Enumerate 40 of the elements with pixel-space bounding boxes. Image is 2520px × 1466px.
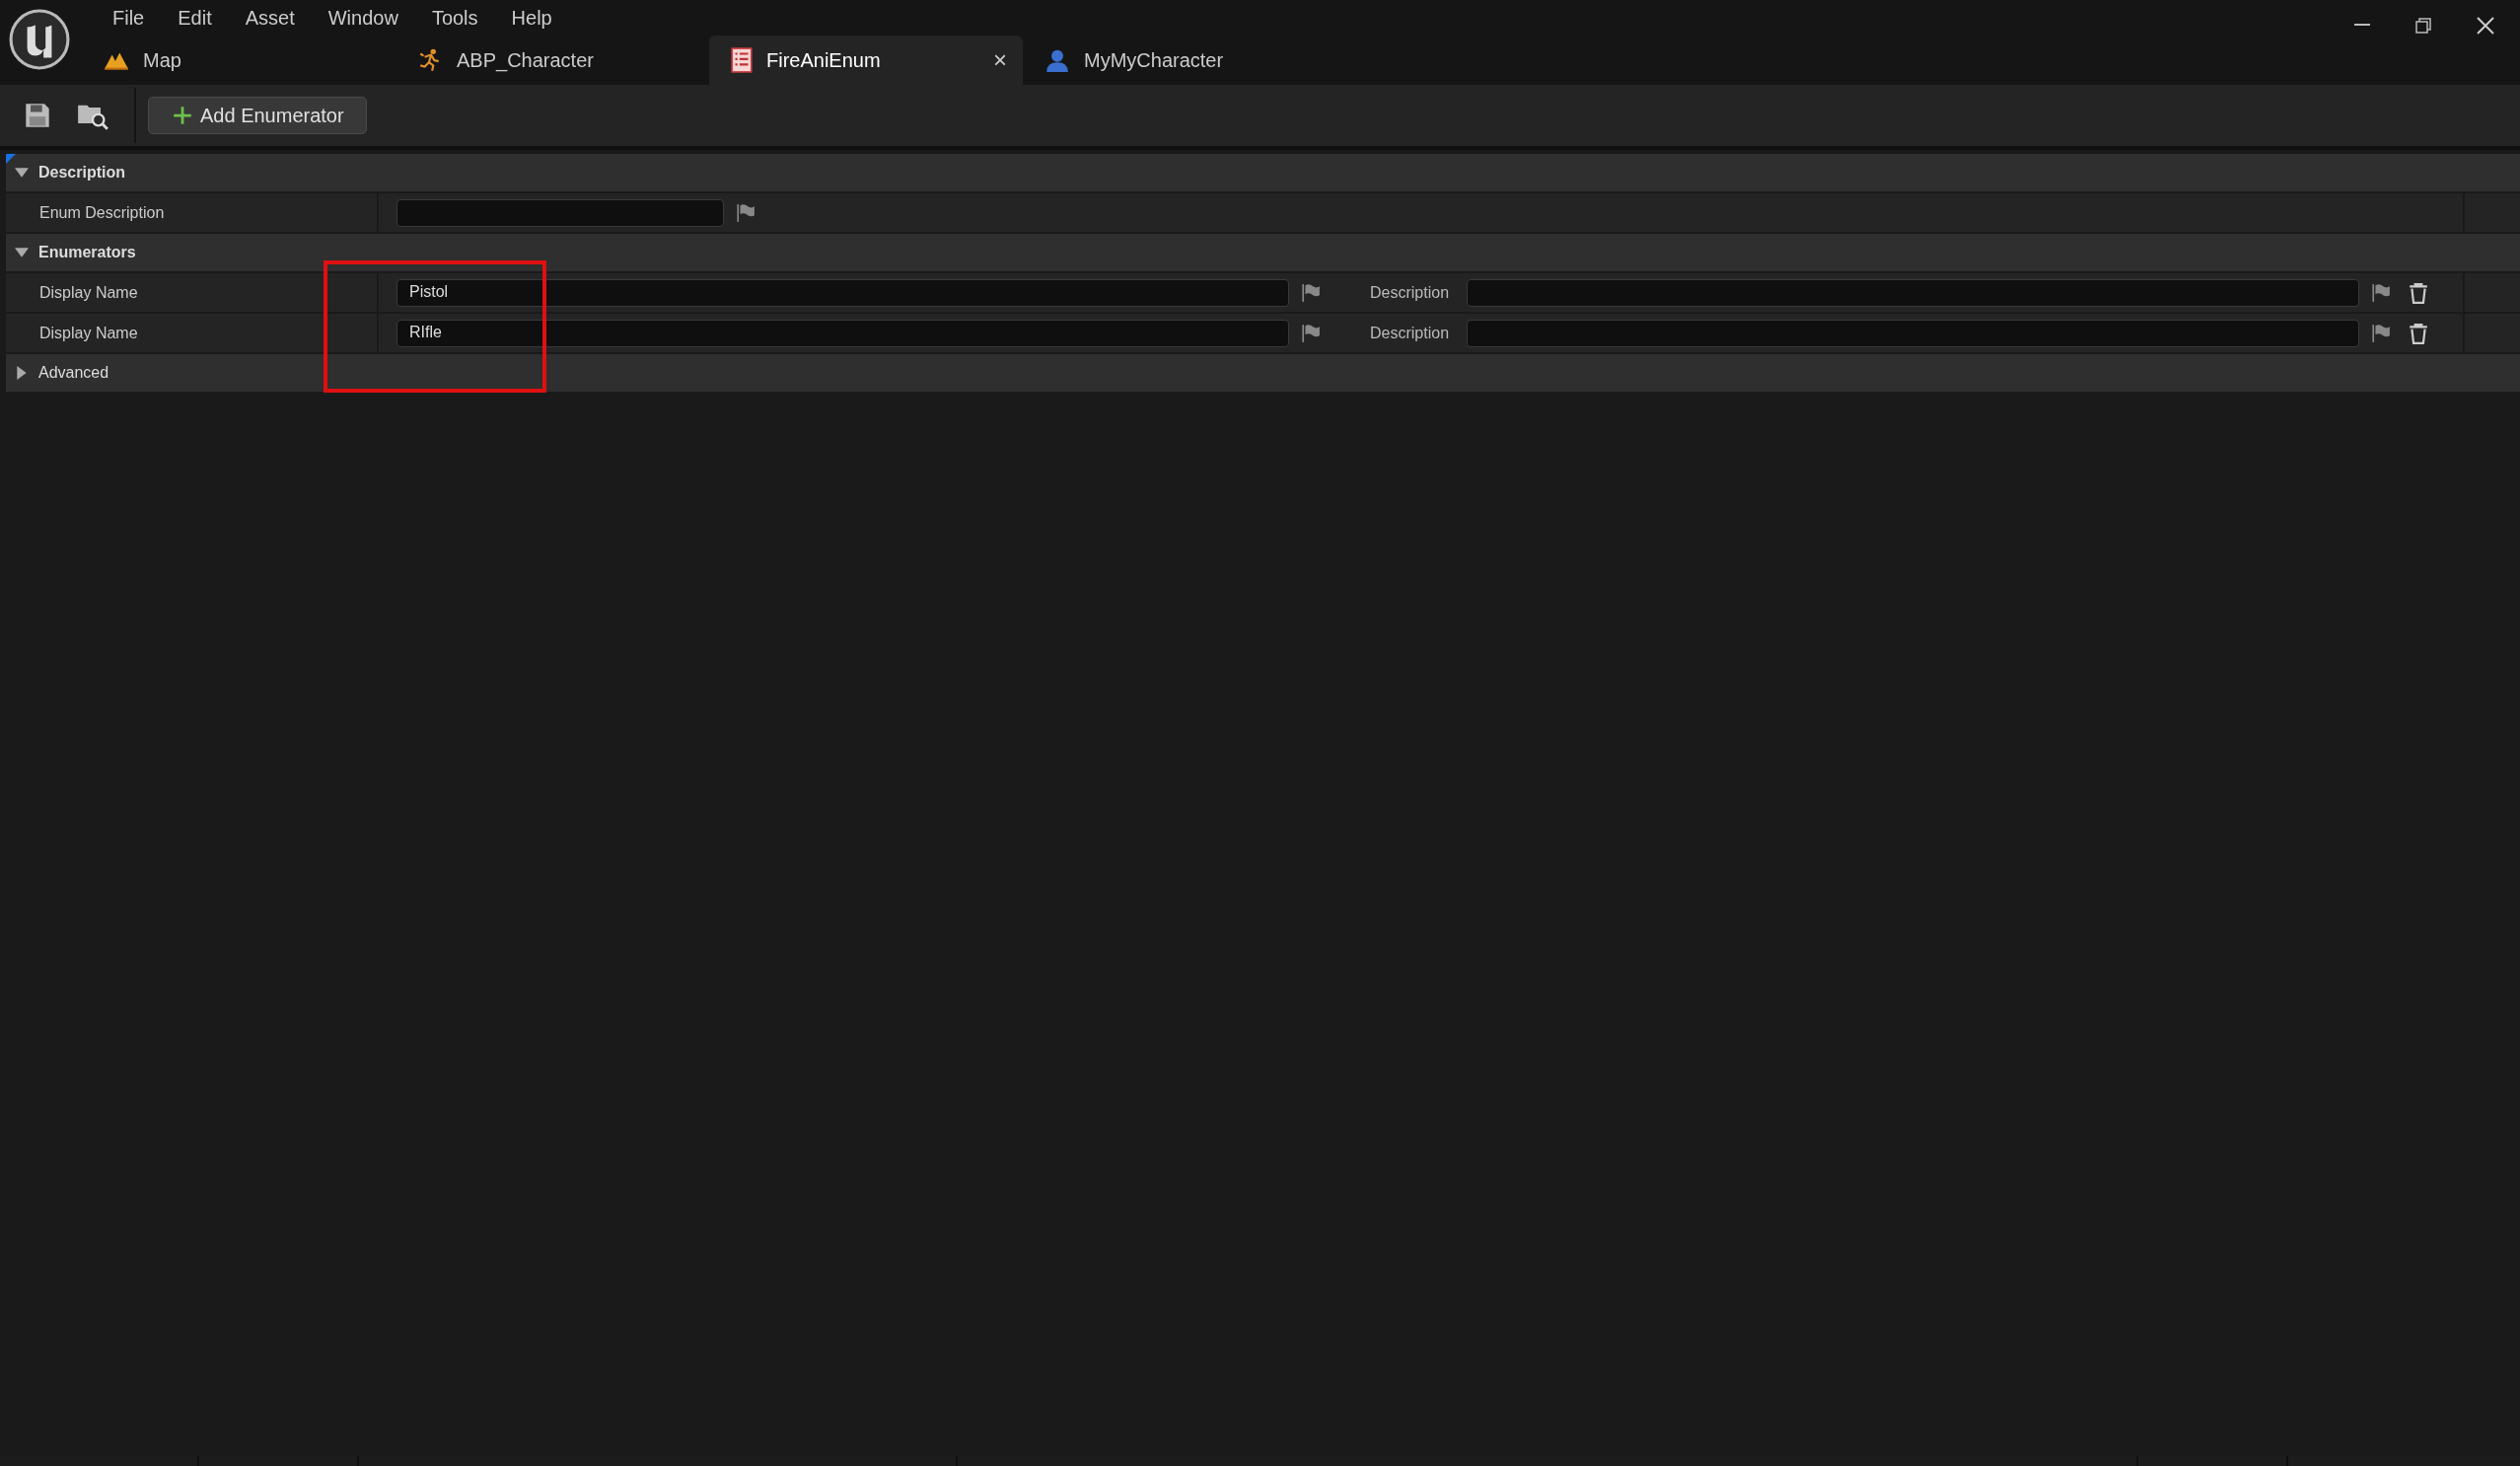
delete-icon[interactable] <box>2409 281 2429 304</box>
person-icon <box>1044 47 1070 73</box>
document-tab[interactable]: Map <box>82 36 396 85</box>
property-label: Enum Description <box>39 203 165 222</box>
text-field[interactable]: Pistol <box>396 278 1289 307</box>
flag-icon[interactable] <box>2371 282 2392 303</box>
plus-icon <box>173 106 192 125</box>
flag-icon[interactable] <box>1301 282 1321 303</box>
minimize-icon[interactable] <box>2354 24 2370 28</box>
menu-item[interactable]: Edit <box>161 6 229 30</box>
text-field[interactable] <box>1467 278 2360 307</box>
close-tab-button[interactable]: × <box>993 46 1007 74</box>
menu-item[interactable]: Window <box>311 6 415 30</box>
menu-item[interactable]: Asset <box>228 6 312 30</box>
text-field[interactable] <box>1467 319 2360 347</box>
category-header[interactable]: Description <box>6 154 2520 193</box>
flag-icon[interactable] <box>1301 323 1321 343</box>
description-label: Description <box>1370 324 1450 342</box>
property-label: Display Name <box>39 283 138 302</box>
flag-icon[interactable] <box>736 202 756 223</box>
document-tab[interactable]: MyMyCharacter <box>1023 36 1336 85</box>
logo-icon[interactable] <box>9 9 70 70</box>
save-icon[interactable] <box>24 102 51 129</box>
document-tab[interactable]: FireAniEnum × <box>709 36 1023 85</box>
close-icon[interactable] <box>2477 17 2494 35</box>
list-document-icon <box>731 47 753 73</box>
restore-icon[interactable] <box>2415 18 2431 34</box>
delete-icon[interactable] <box>2409 322 2429 344</box>
description-label: Description <box>1370 283 1450 302</box>
menu-item[interactable]: Help <box>494 6 569 30</box>
menu-item[interactable]: File <box>96 6 162 30</box>
category-header[interactable]: Advanced <box>6 354 2520 394</box>
flag-icon[interactable] <box>2371 323 2392 343</box>
property-label: Display Name <box>39 324 138 342</box>
category-header[interactable]: Enumerators <box>6 234 2520 273</box>
menu-item[interactable]: Tools <box>414 6 495 30</box>
add-enumerator-button[interactable]: Add Enumerator <box>148 97 367 134</box>
document-tab[interactable]: ABP_Character <box>396 36 709 85</box>
text-field[interactable]: RIfle <box>396 319 1289 347</box>
text-field[interactable] <box>396 198 724 227</box>
